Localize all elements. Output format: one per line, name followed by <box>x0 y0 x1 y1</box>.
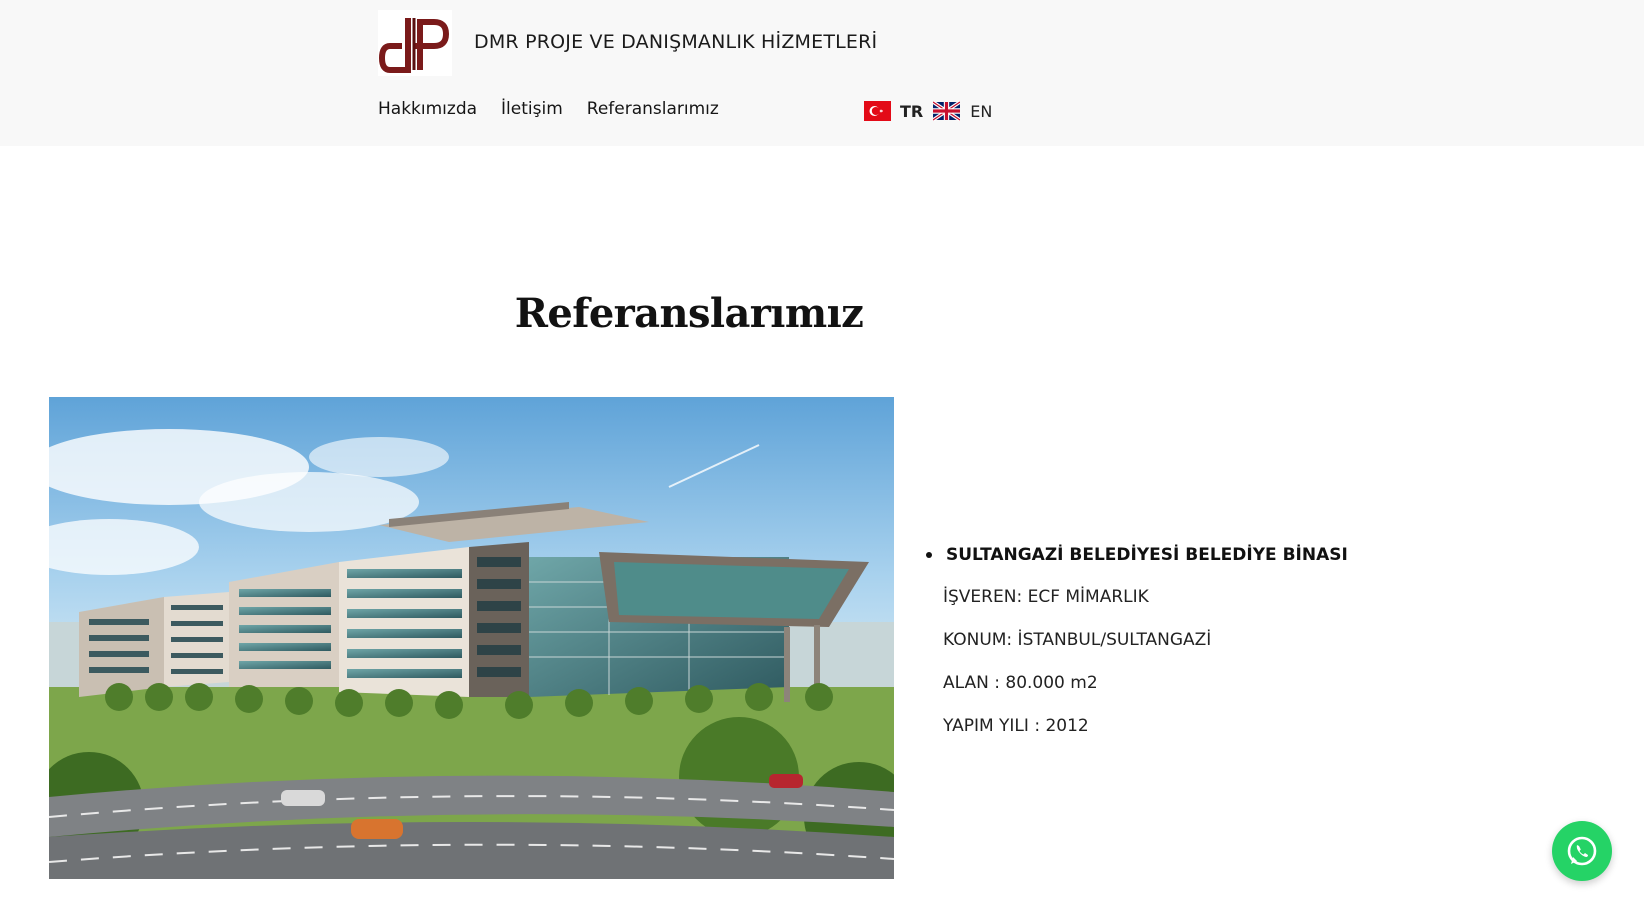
bullet-icon <box>926 552 932 558</box>
whatsapp-icon <box>1567 836 1597 866</box>
page-title: Referanslarımız <box>514 290 864 337</box>
language-tr-link[interactable]: TR <box>864 101 933 121</box>
nav-item-iletisim[interactable]: İletişim <box>501 99 563 119</box>
reference-area: ALAN : 80.000 m2 <box>943 673 1098 693</box>
language-tr-label: TR <box>900 101 924 121</box>
site-header: DMR PROJE VE DANIŞMANLIK HİZMETLERİ Hakk… <box>0 0 1644 146</box>
reference-year: YAPIM YILI : 2012 <box>943 716 1089 736</box>
reference-title: SULTANGAZİ BELEDİYESİ BELEDİYE BİNASI <box>926 545 1348 565</box>
company-logo[interactable] <box>378 10 452 76</box>
nav-item-referanslarimiz[interactable]: Referanslarımız <box>587 99 719 119</box>
turkey-flag-icon <box>864 101 891 121</box>
building-rendering-illustration <box>49 397 894 879</box>
nav-item-hakkimizda[interactable]: Hakkımızda <box>378 99 477 119</box>
reference-details: SULTANGAZİ BELEDİYESİ BELEDİYE BİNASI İŞ… <box>926 545 1348 736</box>
reference-employer: İŞVEREN: ECF MİMARLIK <box>943 587 1149 607</box>
dp-logo-icon <box>378 10 452 76</box>
language-switcher: TR EN <box>864 101 992 121</box>
reference-title-text: SULTANGAZİ BELEDİYESİ BELEDİYE BİNASI <box>946 545 1348 565</box>
site-title: DMR PROJE VE DANIŞMANLIK HİZMETLERİ <box>474 31 878 53</box>
language-en-label: EN <box>970 101 993 121</box>
uk-flag-icon <box>933 101 961 121</box>
main-nav: Hakkımızda İletişim Referanslarımız <box>378 99 719 119</box>
reference-location: KONUM: İSTANBUL/SULTANGAZİ <box>943 630 1212 650</box>
reference-building-image <box>49 397 894 879</box>
language-en-link[interactable]: EN <box>933 101 992 121</box>
whatsapp-chat-button[interactable] <box>1552 821 1612 881</box>
